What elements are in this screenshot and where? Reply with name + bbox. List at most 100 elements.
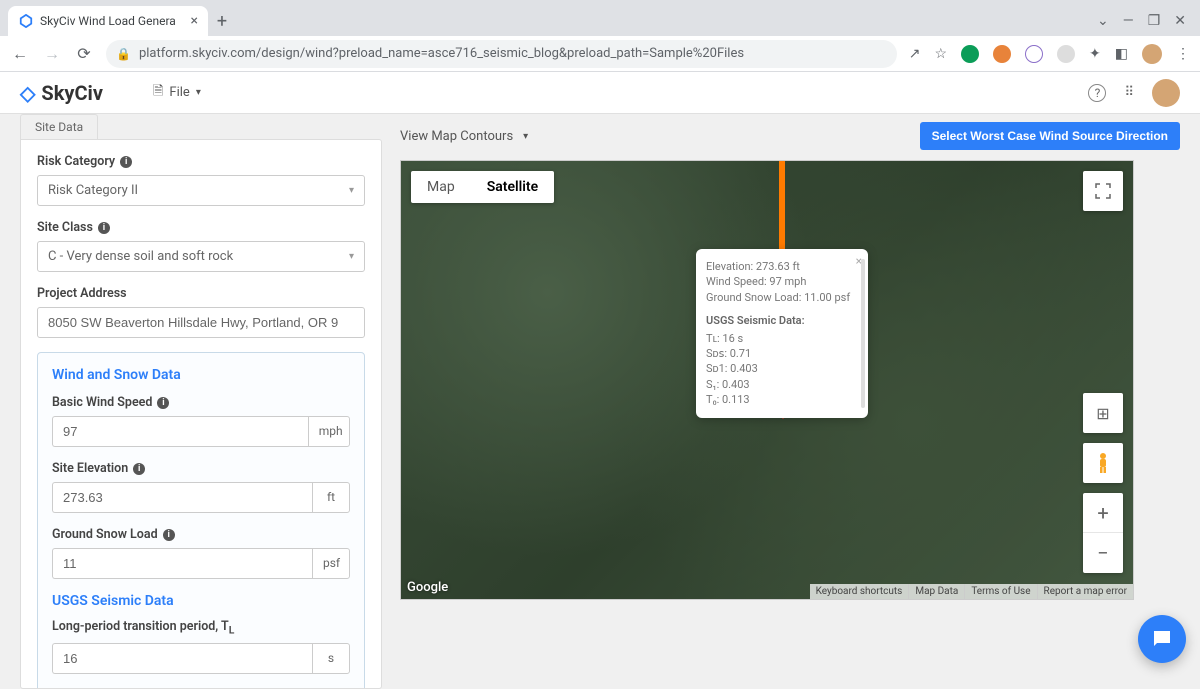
address-bar: ← → ⟳ 🔒 platform.skyciv.com/design/wind?… [0, 36, 1200, 72]
extension-icon[interactable] [961, 45, 979, 63]
forward-button[interactable]: → [42, 44, 62, 64]
close-window-icon[interactable]: ✕ [1174, 13, 1186, 29]
logo-text: SkyCiv [41, 81, 103, 105]
profile-avatar[interactable] [1142, 44, 1162, 64]
file-menu[interactable]: 🗎 File ▾ [153, 82, 201, 104]
terms-link[interactable]: Terms of Use [964, 584, 1036, 599]
chevron-down-icon: ▾ [523, 131, 528, 142]
map-toolbar: View Map Contours ▾ Select Worst Case Wi… [400, 122, 1180, 150]
map-type-map[interactable]: Map [411, 171, 471, 203]
keyboard-shortcuts[interactable]: Keyboard shortcuts [810, 584, 909, 599]
info-wind-speed: Wind Speed: 97 mph [706, 274, 856, 289]
user-avatar[interactable] [1152, 79, 1180, 107]
info-tl: Tʟ: 16 s [706, 331, 856, 346]
back-button[interactable]: ← [10, 44, 30, 64]
extension-icon[interactable] [1025, 45, 1043, 63]
chat-icon [1150, 627, 1174, 651]
wind-snow-panel: Wind and Snow Data Basic Wind Speed i mp… [37, 352, 365, 689]
share-icon[interactable]: ↗ [909, 46, 921, 62]
extension-icon[interactable] [993, 45, 1011, 63]
chevron-down-icon: ▾ [196, 87, 201, 98]
logo[interactable]: ◇ SkyCiv [20, 81, 103, 105]
map-info-window: × Elevation: 273.63 ft Wind Speed: 97 mp… [696, 249, 868, 418]
right-panel: View Map Contours ▾ Select Worst Case Wi… [400, 114, 1180, 675]
info-icon[interactable]: i [133, 463, 145, 475]
fullscreen-button[interactable] [1083, 171, 1123, 211]
project-address-label: Project Address [37, 286, 365, 301]
minimize-icon[interactable]: — [1123, 13, 1134, 29]
usgs-title: USGS Seismic Data [52, 593, 350, 609]
browser-tab[interactable]: SkyCiv Wind Load Genera × [8, 6, 208, 36]
info-icon[interactable]: i [120, 156, 132, 168]
info-sds: Sᴅꜱ: 0.71 [706, 346, 856, 361]
map-data-link[interactable]: Map Data [908, 584, 964, 599]
toolbar-icons: ↗ ☆ ✦ ◧ ⋮ [909, 44, 1190, 64]
zoom-controls: + − [1083, 493, 1123, 573]
pegman-icon [1094, 452, 1112, 474]
long-period-input[interactable] [52, 643, 312, 674]
map-type-satellite[interactable]: Satellite [471, 171, 554, 203]
tab-title: SkyCiv Wind Load Genera [40, 14, 176, 28]
favicon-icon [18, 13, 34, 29]
info-ground-snow: Ground Snow Load: 11.00 psf [706, 290, 856, 305]
risk-category-select[interactable]: Risk Category II▾ [37, 175, 365, 206]
marker-line [779, 161, 785, 253]
layers-button[interactable]: ⊞ [1083, 393, 1123, 433]
info-elevation: Elevation: 273.63 ft [706, 259, 856, 274]
info-s1: S₁: 0.403 [706, 377, 856, 392]
url-text: platform.skyciv.com/design/wind?preload_… [139, 46, 744, 61]
new-tab-button[interactable]: + [208, 7, 236, 35]
unit-label: psf [312, 548, 350, 579]
extension-icon[interactable] [1057, 45, 1075, 63]
close-tab-icon[interactable]: × [191, 13, 198, 29]
map-controls: ⊞ + − [1083, 393, 1123, 573]
ground-snow-input[interactable] [52, 548, 312, 579]
fullscreen-icon [1095, 183, 1111, 199]
view-contours-dropdown[interactable]: View Map Contours ▾ [400, 129, 528, 144]
site-data-panel: Risk Category i Risk Category II▾ Site C… [20, 139, 382, 689]
app-header: ◇ SkyCiv 🗎 File ▾ ? ⠿ [0, 72, 1200, 114]
zoom-out-button[interactable]: − [1083, 533, 1123, 573]
project-address-input[interactable] [37, 307, 365, 338]
maximize-icon[interactable]: ❐ [1148, 13, 1161, 29]
sidepanel-icon[interactable]: ◧ [1115, 46, 1128, 62]
apps-icon[interactable]: ⠿ [1124, 85, 1134, 100]
unit-label: ft [312, 482, 350, 513]
basic-wind-input[interactable] [52, 416, 308, 447]
info-icon[interactable]: i [157, 397, 169, 409]
unit-label: mph [308, 416, 350, 447]
info-t0: T₀: 0.113 [706, 392, 856, 407]
ground-snow-label: Ground Snow Load i [52, 527, 350, 542]
file-label: File [169, 85, 189, 100]
info-icon[interactable]: i [98, 222, 110, 234]
map[interactable]: Map Satellite × Elevation: 273.63 ft Win… [400, 160, 1134, 600]
site-elevation-input[interactable] [52, 482, 312, 513]
url-field[interactable]: 🔒 platform.skyciv.com/design/wind?preloa… [106, 40, 897, 68]
tab-site-data[interactable]: Site Data [20, 114, 98, 139]
extensions-icon[interactable]: ✦ [1089, 46, 1101, 62]
left-panel: Site Data Risk Category i Risk Category … [20, 114, 400, 675]
browser-chrome: SkyCiv Wind Load Genera × + ⌄ — ❐ ✕ ← → … [0, 0, 1200, 72]
site-class-select[interactable]: C - Very dense soil and soft rock▾ [37, 241, 365, 272]
help-icon[interactable]: ? [1088, 84, 1106, 102]
menu-icon[interactable]: ⋮ [1176, 46, 1190, 62]
reload-button[interactable]: ⟳ [74, 44, 94, 63]
pegman-button[interactable] [1083, 443, 1123, 483]
star-icon[interactable]: ☆ [934, 46, 947, 62]
zoom-in-button[interactable]: + [1083, 493, 1123, 533]
google-logo: Google [407, 580, 448, 595]
content: Site Data Risk Category i Risk Category … [0, 114, 1200, 675]
select-worst-case-button[interactable]: Select Worst Case Wind Source Direction [920, 122, 1180, 150]
chevron-down-icon[interactable]: ⌄ [1097, 13, 1109, 29]
chat-fab[interactable] [1138, 615, 1186, 663]
report-error-link[interactable]: Report a map error [1037, 584, 1133, 599]
window-controls: ⌄ — ❐ ✕ [1097, 13, 1200, 29]
risk-category-label: Risk Category i [37, 154, 365, 169]
lock-icon: 🔒 [116, 47, 131, 61]
wind-snow-title: Wind and Snow Data [52, 367, 350, 383]
unit-label: s [312, 643, 350, 674]
scrollbar[interactable] [861, 259, 865, 408]
info-sd1: Sᴅ1: 0.403 [706, 361, 856, 376]
info-icon[interactable]: i [163, 529, 175, 541]
map-attribution: Keyboard shortcuts Map Data Terms of Use… [810, 584, 1133, 599]
